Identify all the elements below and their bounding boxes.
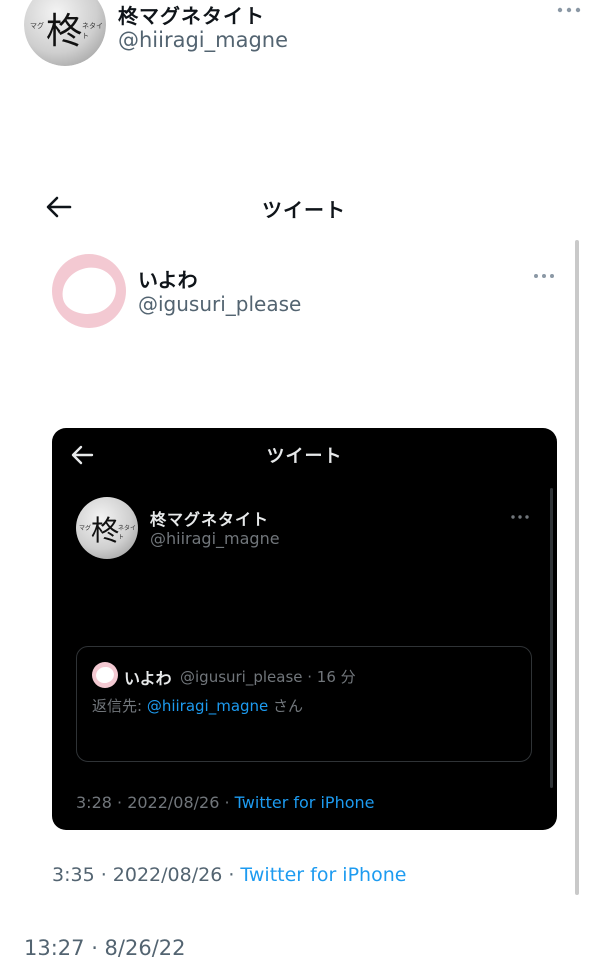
tweet-timestamp: 3:35 · 2022/08/26 · bbox=[52, 864, 241, 886]
avatar-kanji: 柊 bbox=[91, 514, 120, 547]
outer-author-avatar[interactable]: 柊 マグ ネタイト bbox=[24, 0, 106, 66]
embedded-client-link: Twitter for iPhone bbox=[234, 793, 375, 812]
page-title: ツイート bbox=[262, 198, 346, 222]
outer-author-name[interactable]: 柊マグネタイト bbox=[118, 0, 265, 29]
avatar-kana-left: マグ bbox=[79, 525, 92, 532]
avatar-kana-left: マグ bbox=[30, 22, 44, 30]
more-icon bbox=[511, 515, 529, 519]
more-icon[interactable] bbox=[532, 270, 556, 282]
avatar-kana-right: ネタイト bbox=[82, 22, 103, 40]
embedded-tweet-footer: 3:28 · 2022/08/26 · Twitter for iPhone bbox=[76, 793, 374, 812]
reply-suffix: さん bbox=[268, 697, 304, 715]
avatar-kanji: 柊 bbox=[46, 11, 83, 52]
outer-timestamp[interactable]: 13:27 · 8/26/22 bbox=[24, 936, 186, 960]
embedded-title: ツイート bbox=[266, 446, 343, 467]
embedded-timestamp: 3:28 · 2022/08/26 · bbox=[76, 793, 235, 812]
reply-to-line: 返信先: @hiiragi_magne さん bbox=[92, 695, 303, 716]
embedded-author-handle: @hiiragi_magne bbox=[150, 529, 280, 548]
iyowa-avatar[interactable] bbox=[52, 254, 126, 328]
quoted-author-avatar bbox=[92, 662, 118, 688]
avatar-kana-right: ネタイト bbox=[118, 525, 137, 541]
quoted-author-name: いよわ bbox=[124, 669, 172, 688]
outer-author-handle[interactable]: @hiiragi_magne bbox=[118, 28, 288, 52]
client-link[interactable]: Twitter for iPhone bbox=[240, 864, 406, 886]
tweet-footer: 3:35 · 2022/08/26 · Twitter for iPhone bbox=[52, 864, 406, 886]
tweet-author-name[interactable]: いよわ bbox=[138, 264, 198, 293]
embedded-scrollbar bbox=[550, 488, 553, 788]
more-icon[interactable] bbox=[556, 4, 582, 16]
scrollbar[interactable] bbox=[575, 240, 579, 895]
embedded-author-name: 柊マグネタイト bbox=[150, 510, 270, 529]
embedded-author-avatar: 柊 マグ ネタイト bbox=[76, 497, 138, 559]
quoted-author-meta: @igusuri_please · 16 分 bbox=[180, 668, 356, 686]
embedded-image[interactable] bbox=[52, 428, 557, 830]
reply-prefix: 返信先: bbox=[92, 697, 147, 715]
reply-mention: @hiiragi_magne bbox=[146, 697, 269, 715]
tweet-author-handle[interactable]: @igusuri_please bbox=[138, 292, 301, 316]
